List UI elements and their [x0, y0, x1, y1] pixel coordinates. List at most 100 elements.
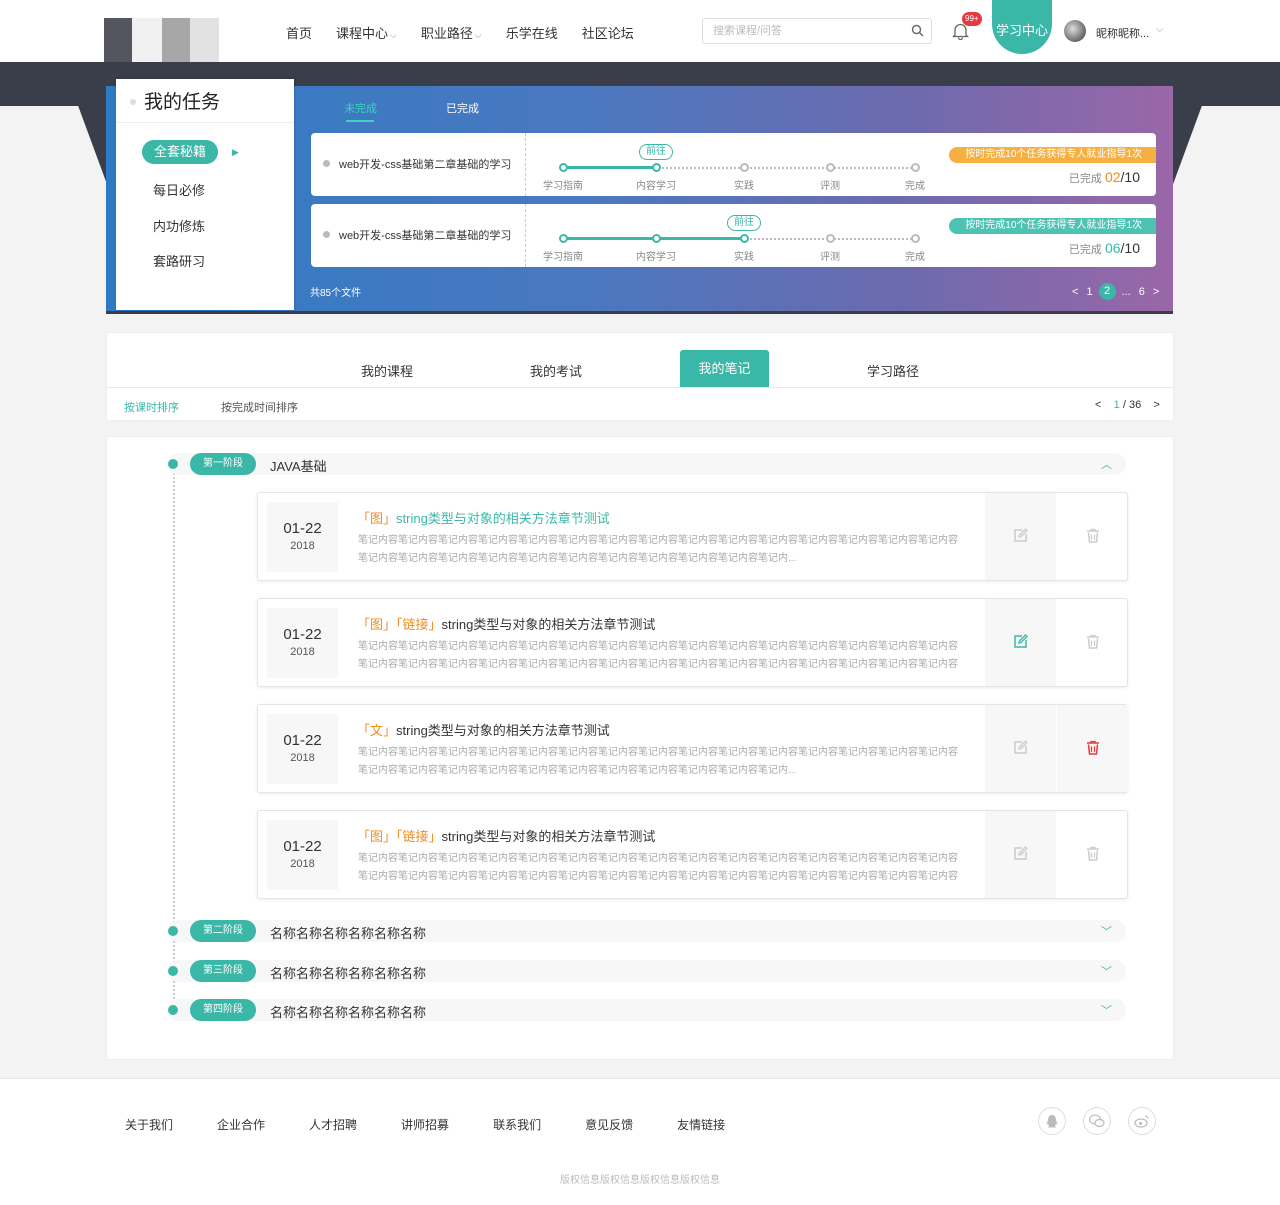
note-body: 笔记内容笔记内容笔记内容笔记内容笔记内容笔记内容笔记内容笔记内容笔记内容笔记内容… [358, 853, 958, 882]
nav-item-label: 首页 [286, 26, 313, 41]
tabs-divider [107, 387, 1173, 388]
tab-my-notes[interactable]: 我的笔记 [680, 350, 769, 387]
stage-row[interactable]: 第三阶段 名称名称名称名称名称名称 ﹀ [168, 960, 1126, 982]
trash-icon [1086, 528, 1100, 546]
footer-link[interactable]: 联系我们 [493, 1116, 541, 1133]
task-card-title[interactable]: web开发-css基础第二章基础的学习 [339, 156, 511, 172]
pager-page[interactable]: 1 [1086, 286, 1092, 298]
tab-my-exams[interactable]: 我的考试 [530, 361, 582, 380]
progress-node [911, 234, 920, 243]
stage-name: 名称名称名称名称名称名称 [270, 926, 427, 941]
notes-pager-prev[interactable]: < [1095, 399, 1101, 411]
chevron-down-icon[interactable]: ﹀ [1101, 1002, 1112, 1018]
username[interactable]: 昵称昵称... [1096, 25, 1149, 41]
pager-current[interactable]: 2 [1098, 283, 1116, 300]
footer-link[interactable]: 意见反馈 [585, 1116, 633, 1133]
step-label: 评测 [820, 252, 840, 263]
go-button[interactable]: 前往 [639, 144, 673, 160]
nav-item-2[interactable]: 职业路径 ⌵ [421, 23, 482, 42]
search-icon[interactable] [911, 24, 924, 37]
tab-unfinished[interactable]: 未完成 [344, 100, 377, 116]
pager-prev[interactable]: < [1072, 286, 1078, 298]
stage-row[interactable]: 第一阶段 JAVA基础 ︿ [168, 453, 1126, 475]
tab-finished[interactable]: 已完成 [446, 100, 479, 116]
tab-my-courses[interactable]: 我的课程 [361, 361, 413, 380]
note-title[interactable]: 「图」「链接」string类型与对象的相关方法章节测试 [357, 614, 655, 633]
edit-button[interactable] [985, 811, 1056, 898]
step-label: 实践 [734, 181, 754, 192]
chevron-up-icon[interactable]: ︿ [1101, 456, 1112, 472]
weibo-icon[interactable] [1128, 1107, 1156, 1135]
task-title: 我的任务 [116, 79, 294, 123]
edit-button[interactable] [985, 705, 1056, 792]
note-body: 笔记内容笔记内容笔记内容笔记内容笔记内容笔记内容笔记内容笔记内容笔记内容笔记内容… [358, 641, 958, 670]
done-total: /10 [1120, 240, 1140, 256]
stage-row[interactable]: 第二阶段 名称名称名称名称名称名称 ﹀ [168, 920, 1126, 942]
done-label: 已完成 [1068, 244, 1102, 256]
learning-center-button[interactable]: 学习中心 [992, 0, 1052, 54]
reward-ribbon: 按时完成10个任务获得专人就业指导1次 [949, 147, 1156, 163]
band-right-wing [1172, 62, 1218, 187]
footer-link[interactable]: 关于我们 [125, 1116, 173, 1133]
note-date: 01-22 2018 [267, 820, 338, 890]
go-button[interactable]: 前往 [727, 215, 761, 231]
task-pager: < 1 2 ... 6 > [1068, 283, 1163, 300]
footer-link[interactable]: 人才招聘 [309, 1116, 357, 1133]
footer: 关于我们 企业合作 人才招聘 讲师招募 联系我们 意见反馈 友情链接 版权信息版权信息版权信… [0, 1078, 1280, 1205]
timeline-dot [168, 1005, 178, 1015]
sort-by-class[interactable]: 按课时排序 [124, 399, 179, 415]
edit-button[interactable] [985, 599, 1056, 686]
nav-item-1[interactable]: 课程中心 ⌵ [336, 23, 397, 42]
notes-pager-total: / 36 [1122, 399, 1142, 411]
reward-ribbon: 按时完成10个任务获得专人就业指导1次 [949, 218, 1156, 234]
nav-item-label: 乐学在线 [505, 26, 558, 41]
delete-button[interactable] [1057, 599, 1128, 686]
bullet-dot [323, 160, 330, 167]
task-side-item-all[interactable]: 全套秘籍 [142, 140, 219, 164]
chevron-down-icon: ⌵ [390, 30, 397, 40]
pager-next[interactable]: > [1153, 286, 1159, 298]
sort-by-finish[interactable]: 按完成时间排序 [221, 399, 298, 415]
pager-last[interactable]: 6 [1139, 286, 1145, 298]
search-input[interactable] [703, 19, 893, 43]
trash-icon [1086, 846, 1100, 864]
footer-link[interactable]: 友情链接 [677, 1116, 725, 1133]
nav-item-0[interactable]: 首页 [286, 23, 312, 42]
note-title[interactable]: 「图」string类型与对象的相关方法章节测试 [357, 508, 610, 527]
edit-icon [1013, 739, 1028, 758]
chevron-down-icon[interactable]: ﹀ [1101, 963, 1112, 979]
stage-row[interactable]: 第四阶段 名称名称名称名称名称名称 ﹀ [168, 999, 1126, 1021]
wechat-icon[interactable] [1083, 1107, 1111, 1135]
footer-link[interactable]: 讲师招募 [401, 1116, 449, 1133]
notes-pager-next[interactable]: > [1153, 399, 1159, 411]
note-title[interactable]: 「图」「链接」string类型与对象的相关方法章节测试 [357, 826, 655, 845]
task-side-item-daily[interactable]: 每日必修 [153, 180, 205, 199]
nav-item-3[interactable]: 乐学在线 [506, 23, 558, 42]
task-side-item-inner[interactable]: 内功修炼 [153, 216, 205, 235]
note-card: 01-22 2018 「图」「链接」string类型与对象的相关方法章节测试 笔记内容… [257, 598, 1128, 687]
done-count: 已完成 06/10 [1069, 240, 1140, 257]
task-card-title[interactable]: web开发-css基础第二章基础的学习 [339, 227, 511, 243]
qq-icon[interactable] [1038, 1107, 1066, 1135]
avatar[interactable] [1064, 20, 1086, 42]
note-title[interactable]: 「文」string类型与对象的相关方法章节测试 [357, 720, 610, 739]
edit-icon [1013, 633, 1028, 652]
nav-item-4[interactable]: 社区论坛 [582, 23, 634, 42]
delete-button[interactable] [1057, 811, 1128, 898]
edit-button[interactable] [985, 493, 1056, 580]
note-date: 01-22 2018 [267, 502, 338, 572]
progress-node [911, 163, 920, 172]
footer-link[interactable]: 企业合作 [217, 1116, 265, 1133]
task-side-item-routine[interactable]: 套路研习 [153, 251, 205, 270]
note-tag: 「链接」 [396, 617, 442, 632]
tab-underline [346, 120, 374, 122]
chevron-down-icon[interactable]: ﹀ [1101, 923, 1112, 939]
note-tag: 「图」 [357, 511, 397, 526]
nav-item-label: 职业路径 [420, 26, 473, 41]
site-logo[interactable] [104, 18, 219, 63]
chevron-down-icon[interactable]: ⌵ [1156, 24, 1164, 35]
progress-node [826, 234, 835, 243]
delete-button[interactable] [1057, 493, 1128, 580]
tab-learning-path[interactable]: 学习路径 [867, 361, 919, 380]
delete-button[interactable] [1057, 705, 1128, 792]
